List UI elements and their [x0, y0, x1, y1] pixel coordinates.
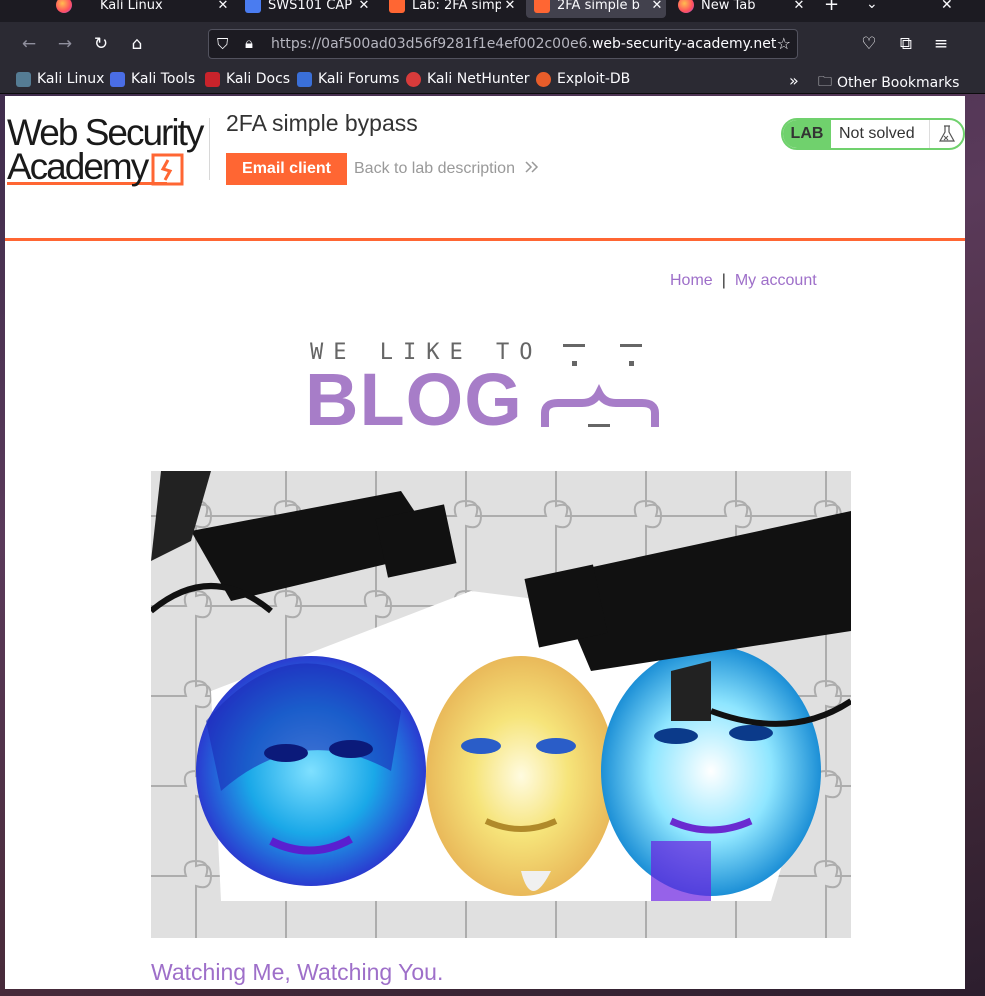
tab-sws101[interactable]: SWS101 CAP ✕ [237, 0, 373, 18]
kali-forums-icon [297, 71, 312, 87]
bookmark-label: Kali Linux [37, 71, 105, 87]
close-tab-icon[interactable]: ✕ [355, 0, 373, 13]
tab-title: SWS101 CAP [268, 0, 353, 13]
other-bookmarks[interactable]: 🗀︎ Other Bookmarks [818, 71, 959, 95]
tab-firefox[interactable] [48, 0, 84, 18]
tab-title: Kali Linux [100, 0, 163, 13]
docs-icon [245, 0, 261, 13]
academy-bolt-icon [151, 153, 184, 186]
bookmark-exploit-db[interactable]: Exploit-DB [536, 71, 630, 87]
my-account-link[interactable]: My account [735, 272, 817, 289]
bookmark-kali-nethunter[interactable]: Kali NetHunter [406, 71, 529, 87]
tab-title: 2FA simple b [557, 0, 640, 13]
exploit-db-icon [536, 71, 551, 87]
back-arrow-icon[interactable]: ← [18, 33, 40, 55]
close-tab-icon[interactable]: ✕ [501, 0, 519, 13]
back-link-label: Back to lab description [354, 160, 515, 177]
nav-separator: | [721, 272, 726, 289]
forward-arrow-icon[interactable]: → [54, 33, 76, 55]
extensions-icon[interactable]: ⧉ [895, 33, 917, 55]
back-to-lab-description-link[interactable]: Back to lab description [354, 160, 539, 178]
tab-title: New Tab [701, 0, 756, 13]
home-link[interactable]: Home [670, 272, 713, 289]
firefox-icon [678, 0, 694, 13]
tab-2fa-simple-bypass[interactable]: 2FA simple b ✕ [526, 0, 666, 18]
bookmark-label: Exploit-DB [557, 71, 631, 87]
kali-dragon-icon [16, 71, 31, 87]
email-client-button[interactable]: Email client [226, 153, 347, 185]
new-tab-plus-icon[interactable]: + [824, 0, 839, 15]
url-prefix: https://0af500ad03d56f9281f1e4ef002c00e6… [271, 36, 592, 52]
header-orange-rule [5, 238, 965, 241]
web-security-academy-logo[interactable]: Web Security Academy [7, 112, 204, 187]
web-page: Web Security Academy 2FA simple bypass E… [5, 96, 965, 989]
bookmark-label: Kali Docs [226, 71, 291, 87]
nethunter-icon [406, 71, 421, 87]
url-bar[interactable]: ⛉ 🔒︎ https://0af500ad03d56f9281f1e4ef002… [208, 29, 798, 59]
close-tab-icon[interactable]: ✕ [790, 0, 808, 13]
lab-title: 2FA simple bypass [226, 110, 418, 136]
bookmark-label: Kali NetHunter [427, 71, 530, 87]
logo-line-2-row: Academy [7, 146, 202, 187]
bookmark-kali-tools[interactable]: Kali Tools [110, 71, 195, 87]
portswigger-icon [534, 0, 550, 13]
tab-new-tab[interactable]: New Tab ✕ [670, 0, 808, 18]
bookmark-kali-linux[interactable]: Kali Linux [16, 71, 104, 87]
flask-icon [929, 120, 963, 148]
post-image-artwork [151, 471, 851, 938]
lab-label: LAB [783, 120, 831, 148]
bookmarks-overflow-chevron-icon[interactable]: » [789, 71, 799, 90]
lab-status-badge: LAB Not solved [781, 118, 965, 150]
bookmark-label: Kali Forums [318, 71, 400, 87]
header-divider [209, 118, 210, 180]
lock-icon[interactable]: 🔒︎ [245, 34, 253, 52]
firefox-icon [56, 0, 72, 13]
url-domain: web-security-academy.net [591, 36, 777, 52]
bookmark-label: Kali Tools [131, 71, 196, 87]
brace-face-icon [541, 344, 659, 427]
tab-lab-2fa[interactable]: Lab: 2FA simp ✕ [381, 0, 519, 18]
close-window-icon[interactable]: ✕ [941, 0, 953, 13]
portswigger-icon [389, 0, 405, 13]
pocket-icon[interactable]: ♡ [858, 33, 880, 55]
hero-blog-word: BLOG [305, 358, 523, 441]
close-tab-icon[interactable]: ✕ [214, 0, 232, 13]
close-tab-icon[interactable]: ✕ [648, 0, 666, 13]
logo-line-1: Web Security [7, 112, 204, 153]
menu-icon[interactable]: ≡ [930, 33, 952, 55]
list-tabs-chevron-icon[interactable]: ⌄ [866, 0, 878, 12]
bookmark-kali-docs[interactable]: Kali Docs [205, 71, 290, 87]
lab-status: Not solved [839, 125, 915, 142]
kali-docs-icon [205, 71, 220, 87]
home-icon[interactable]: ⌂ [126, 33, 148, 55]
double-chevron-right-icon [525, 161, 539, 173]
other-bookmarks-label: Other Bookmarks [837, 75, 960, 91]
top-nav: Home | My account [670, 272, 817, 290]
bookmark-kali-forums[interactable]: Kali Forums [297, 71, 399, 87]
bookmarks-bar: Kali Linux Kali Tools Kali Docs Kali For… [0, 66, 985, 94]
logo-line-2: Academy [7, 146, 149, 187]
kali-tools-icon [110, 71, 125, 87]
shield-icon[interactable]: ⛉ [217, 35, 228, 53]
tab-title: Lab: 2FA simp [412, 0, 501, 13]
reload-icon[interactable]: ↻ [90, 33, 112, 55]
folder-icon: 🗀︎ [818, 74, 832, 90]
post-image-surveillance-puzzle[interactable] [151, 471, 851, 938]
tab-kali-linux[interactable]: Kali Linux ✕ [92, 0, 232, 18]
tab-strip: Kali Linux ✕ SWS101 CAP ✕ Lab: 2FA simp … [0, 0, 985, 22]
post-title-link[interactable]: Watching Me, Watching You. [151, 959, 443, 986]
url-text[interactable]: https://0af500ad03d56f9281f1e4ef002c00e6… [271, 36, 776, 52]
nav-toolbar: ← → ↻ ⌂ ⛉ 🔒︎ https://0af500ad03d56f9281f… [0, 22, 985, 66]
bookmark-star-icon[interactable]: ☆ [777, 34, 791, 53]
